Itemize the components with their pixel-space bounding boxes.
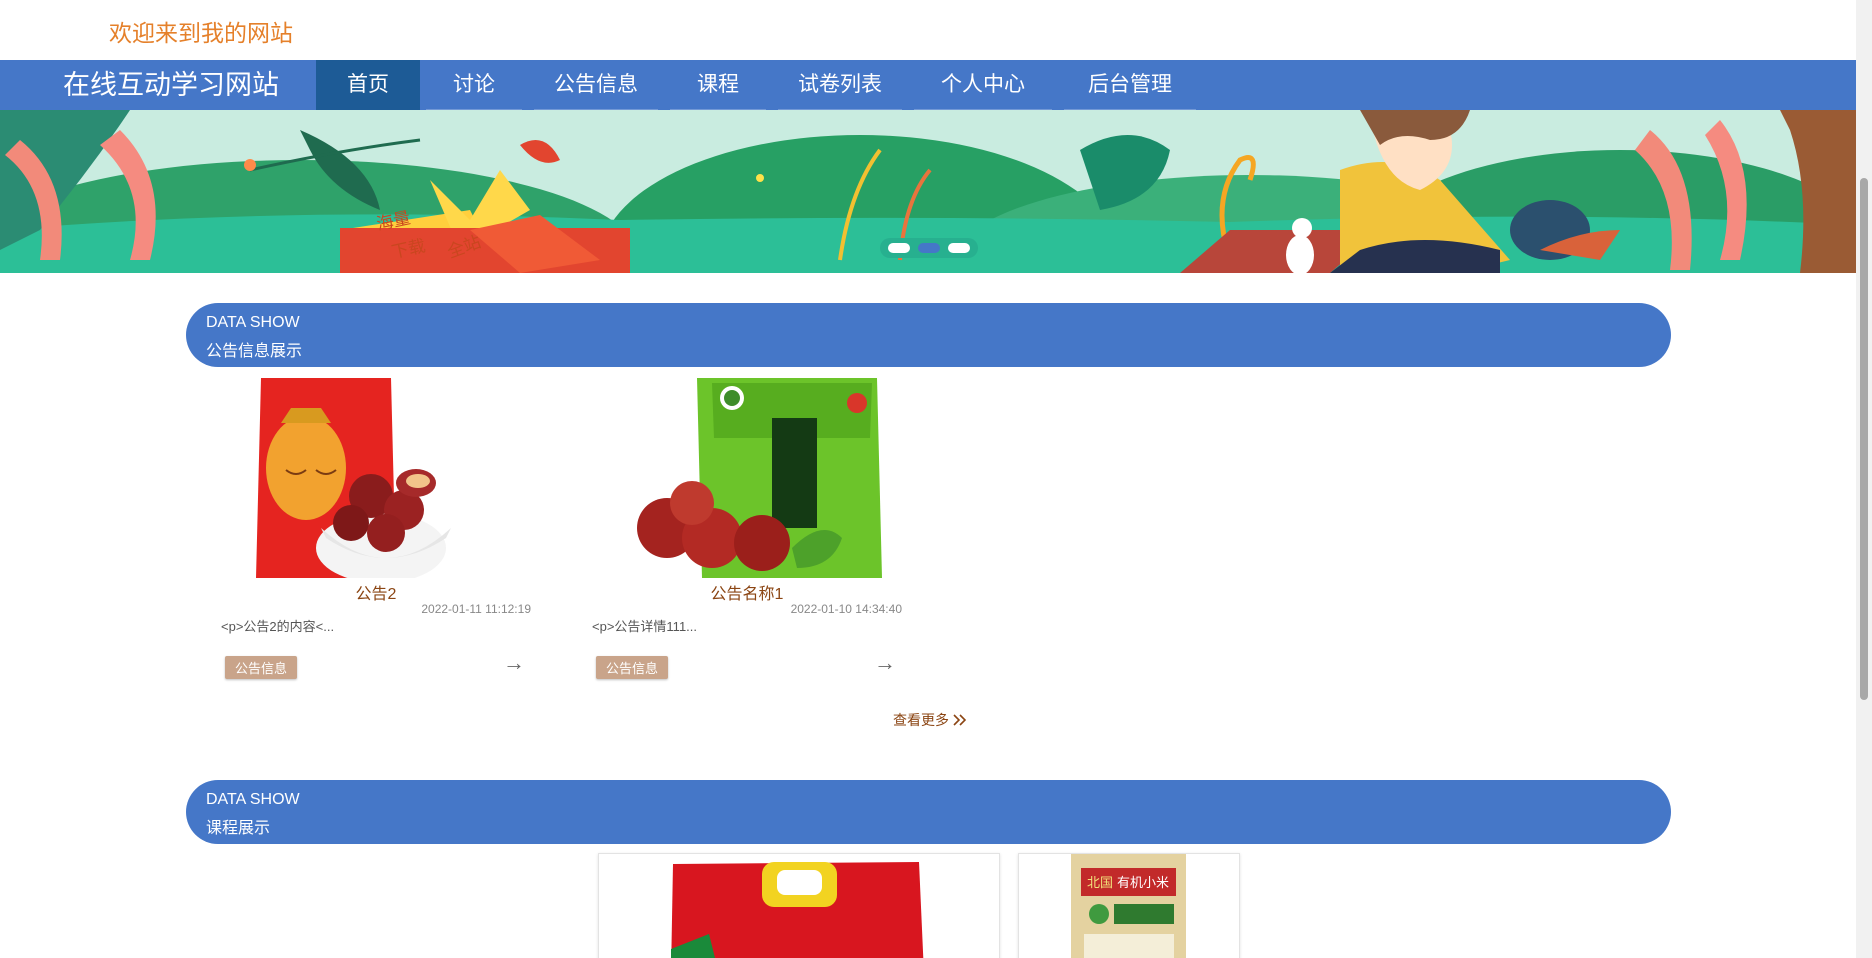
red-rice-bag-image [599,854,999,958]
notice-section-title-cn: 公告信息展示 [206,343,303,360]
card-arrow-icon[interactable]: → [874,650,896,676]
nav-notice[interactable]: 公告信息 [528,60,664,110]
course-section-title-cn: 课程展示 [206,820,271,837]
card-image[interactable] [592,378,902,578]
site-brand[interactable]: 在线互动学习网站 [63,60,279,110]
millet-bag-image: 北国 有机小米 [1019,854,1239,958]
millet-package-label: 有机小米 [1117,875,1169,890]
welcome-text: 欢迎来到我的网站 [109,20,293,46]
card-title[interactable]: 公告名称1 [592,580,902,604]
notice-card[interactable]: 公告名称1 2022-01-10 14:34:40 <p>公告详情111... … [592,378,902,679]
notice-section-header: DATA SHOW 公告信息展示 [186,303,1671,367]
nav-exam-list[interactable]: 试卷列表 [772,60,908,110]
notice-card[interactable]: 公告2 2022-01-11 11:12:19 <p>公告2的内容<... 公告… [221,378,531,679]
card-tag[interactable]: 公告信息 [225,656,298,679]
nav-admin[interactable]: 后台管理 [1058,60,1202,110]
card-title[interactable]: 公告2 [221,580,531,604]
notice-section-title-en: DATA SHOW [206,314,300,331]
double-chevron-right-icon [953,714,967,726]
card-tag[interactable]: 公告信息 [596,656,669,679]
scrollbar-thumb[interactable] [1860,178,1868,700]
course-card[interactable]: 北国 有机小米 [1018,853,1240,958]
course-card[interactable] [598,853,1000,958]
nav-home[interactable]: 首页 [316,60,420,110]
millet-brand-label: 北国 [1087,875,1113,890]
carousel-dot-1[interactable] [888,243,910,253]
card-image[interactable] [221,378,531,578]
nav-personal-center[interactable]: 个人中心 [908,60,1058,110]
card-time: 2022-01-10 14:34:40 [790,602,902,616]
view-more-notice-link[interactable]: 查看更多 [893,710,967,730]
card-time: 2022-01-11 11:12:19 [421,602,531,616]
card-description: <p>公告2的内容<... [221,619,335,634]
page: 欢迎来到我的网站 在线互动学习网站 首页 讨论 公告信息 课程 试卷列表 个人中… [0,0,1856,958]
card-description: <p>公告详情111... [592,619,698,634]
course-section-title-en: DATA SHOW [206,791,300,808]
carousel-indicators [880,238,978,258]
nav-discussion[interactable]: 讨论 [420,60,528,110]
carousel-dot-3[interactable] [948,243,970,253]
carousel-dot-2[interactable] [918,243,940,253]
card-arrow-icon[interactable]: → [503,650,525,676]
main-navbar: 在线互动学习网站 首页 讨论 公告信息 课程 试卷列表 个人中心 后台管理 [0,60,1856,110]
view-more-label: 查看更多 [893,712,949,728]
page-scrollbar[interactable] [1856,0,1872,958]
nav-course[interactable]: 课程 [664,60,772,110]
course-section-header: DATA SHOW 课程展示 [186,780,1671,844]
